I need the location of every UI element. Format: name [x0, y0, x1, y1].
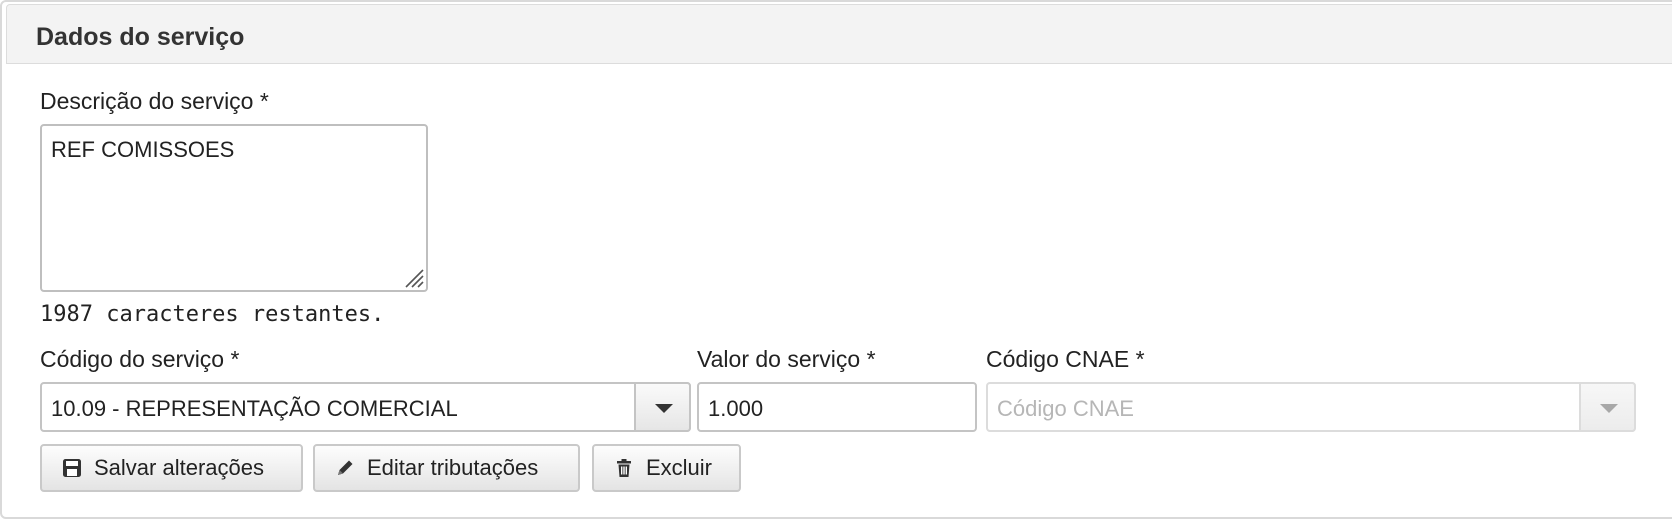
- remaining-characters: 1987 caracteres restantes.: [40, 302, 385, 327]
- cnae-placeholder: Código CNAE: [997, 396, 1134, 421]
- edit-taxes-button[interactable]: Editar tributações: [313, 444, 580, 492]
- pencil-icon: [338, 460, 353, 475]
- service-code-dropdown-button[interactable]: [634, 382, 691, 432]
- cnae-label: Código CNAE *: [986, 346, 1145, 372]
- resize-grip-icon[interactable]: [402, 266, 424, 288]
- description-label: Descrição do serviço *: [40, 88, 269, 114]
- description-textarea[interactable]: REF COMISSOES: [40, 124, 428, 292]
- delete-button[interactable]: Excluir: [592, 444, 741, 492]
- service-value-label: Valor do serviço *: [697, 346, 876, 372]
- service-code-select[interactable]: 10.09 - REPRESENTAÇÃO COMERCIAL: [40, 382, 691, 432]
- caret-down-icon: [1600, 404, 1618, 413]
- delete-label: Excluir: [646, 455, 713, 480]
- cnae-dropdown-button[interactable]: [1579, 382, 1636, 432]
- caret-down-icon: [655, 404, 673, 413]
- service-code-value: 10.09 - REPRESENTAÇÃO COMERCIAL: [51, 396, 458, 421]
- service-code-label: Código do serviço *: [40, 346, 240, 372]
- trash-icon: [617, 459, 631, 477]
- cnae-select[interactable]: Código CNAE: [986, 382, 1636, 432]
- service-value-input[interactable]: 1.000: [697, 382, 977, 432]
- service-value-text: 1.000: [708, 396, 764, 421]
- floppy-disk-icon: [63, 459, 81, 477]
- description-value: REF COMISSOES: [51, 137, 235, 162]
- edit-taxes-label: Editar tributações: [367, 455, 539, 480]
- save-changes-label: Salvar alterações: [94, 455, 264, 480]
- panel-header: [6, 4, 1672, 64]
- save-changes-button[interactable]: Salvar alterações: [40, 444, 303, 492]
- panel-title: Dados do serviço: [36, 23, 245, 51]
